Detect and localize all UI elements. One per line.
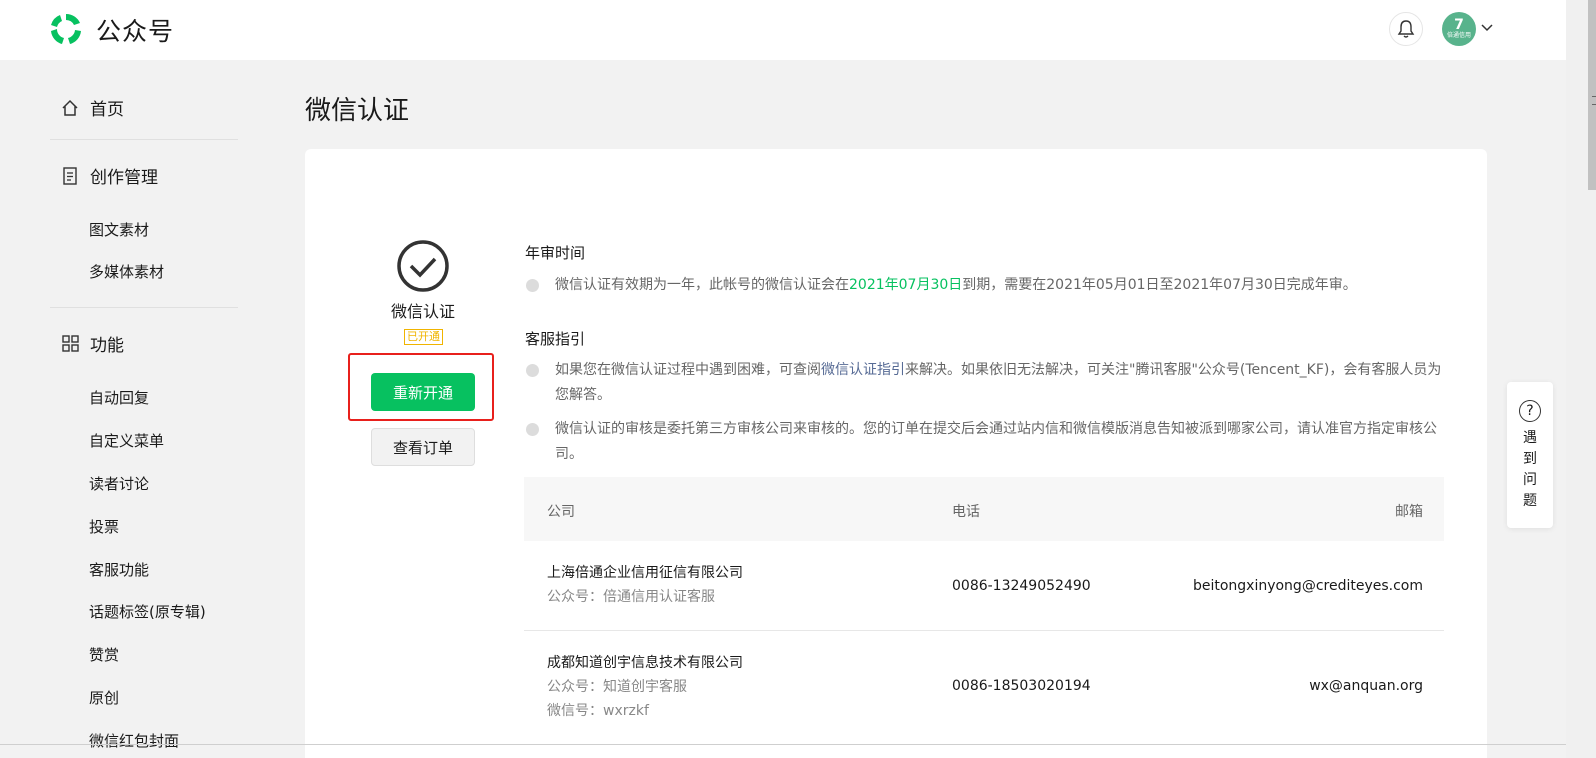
status-badge: 已开通 [404,329,443,345]
annual-review-text: 微信认证有效期为一年，此帐号的微信认证会在2021年07月30日到期，需要在20… [555,277,1357,293]
audit-company-table: 公司 电话 邮箱 上海倍通企业信用征信有限公司 公众号：倍通信用认证客服 008… [524,477,1444,751]
bottom-edge [0,744,1566,745]
sidebar-item-red-packet-cover[interactable]: 微信红包封面 [89,730,179,751]
table-row: 成都知道创宇信息技术有限公司 公众号：知道创宇客服 微信号：wxrzkf 008… [524,631,1444,751]
table-header: 公司 电话 邮箱 [524,477,1444,541]
sidebar-item-vote[interactable]: 投票 [89,516,119,537]
avatar[interactable]: 7 倍通信用 [1442,12,1476,46]
question-icon: ? [1519,400,1541,422]
company-name: 成都知道创宇信息技术有限公司 [547,655,743,671]
sidebar: 首页 创作管理 图文素材 多媒体素材 功能 自动回复 自定义菜单 读者讨论 投票… [0,60,290,758]
sidebar-item-topic-tags[interactable]: 话题标签(原专辑) [89,601,206,622]
sidebar-item-reader-discussion[interactable]: 读者讨论 [89,473,149,494]
expiry-date: 2021年07月30日 [849,277,963,293]
scrollbar-thumb[interactable] [1588,0,1596,190]
company-phone: 0086-18503020194 [952,678,1091,694]
check-circle-icon [397,240,449,292]
column-header-email: 邮箱 [1395,504,1423,520]
company-email: beitongxinyong@crediteyes.com [1192,578,1423,594]
service-guide-text-2: 微信认证的审核是委托第三方审核公司来审核的。您的订单在提交后会通过站内信和微信模… [555,421,1437,462]
company-name: 上海倍通企业信用征信有限公司 [547,565,743,581]
sidebar-item-label: 首页 [90,100,124,120]
notification-bell-icon[interactable] [1389,12,1423,46]
sidebar-item-auto-reply[interactable]: 自动回复 [89,387,149,408]
document-icon [60,166,80,186]
bullet-dot [526,364,539,377]
home-icon [60,98,80,118]
bullet-dot [526,279,539,292]
scrollbar-grip-icon [1592,96,1596,105]
sidebar-item-customer-service[interactable]: 客服功能 [89,559,149,580]
sidebar-divider [50,139,238,140]
company-account: 公众号：倍通信用认证客服 [547,589,715,605]
bullet-dot [526,423,539,436]
page-title: 微信认证 [305,96,410,126]
help-float-button[interactable]: ? 遇 到 问 题 [1507,382,1553,528]
sidebar-item-custom-menu[interactable]: 自定义菜单 [89,430,164,451]
column-header-phone: 电话 [952,504,980,520]
sidebar-section-label: 创作管理 [90,168,158,188]
brand-title[interactable]: 公众号 [96,12,174,48]
annual-review-title: 年审时间 [525,244,586,262]
service-guide-text-1: 如果您在微信认证过程中遇到困难，可查阅微信认证指引来解决。如果依旧无法解决，可关… [555,362,1442,403]
sidebar-item-article-materials[interactable]: 图文素材 [89,219,149,240]
sidebar-section-features[interactable]: 功能 [60,331,124,356]
column-header-company: 公司 [547,504,575,520]
renew-button[interactable]: 重新开通 [371,373,475,411]
sidebar-divider [50,307,238,308]
sidebar-item-media-materials[interactable]: 多媒体素材 [89,261,164,282]
chevron-down-icon[interactable] [1481,22,1493,32]
sidebar-item-reward[interactable]: 赞赏 [89,644,119,665]
service-guide-title: 客服指引 [525,330,586,348]
company-wechat-id: 微信号：wxrzkf [547,703,649,719]
status-name: 微信认证 [390,302,455,321]
view-orders-button[interactable]: 查看订单 [371,428,475,466]
company-account: 公众号：知道创宇客服 [547,679,687,695]
top-bar: 公众号 7 倍通信用 [0,0,1566,60]
grid-icon [60,334,80,354]
vertical-scrollbar[interactable] [1566,0,1596,758]
sidebar-section-label: 功能 [90,336,124,356]
certification-guide-link[interactable]: 微信认证指引 [821,362,905,378]
company-email: wx@anquan.org [1309,678,1423,694]
company-phone: 0086-13249052490 [952,578,1091,594]
wechat-official-logo-icon[interactable] [48,11,84,47]
table-row: 上海倍通企业信用征信有限公司 公众号：倍通信用认证客服 0086-1324905… [524,541,1444,631]
sidebar-section-creation[interactable]: 创作管理 [60,163,158,188]
sidebar-item-original[interactable]: 原创 [89,687,119,708]
sidebar-item-home[interactable]: 首页 [60,95,124,120]
